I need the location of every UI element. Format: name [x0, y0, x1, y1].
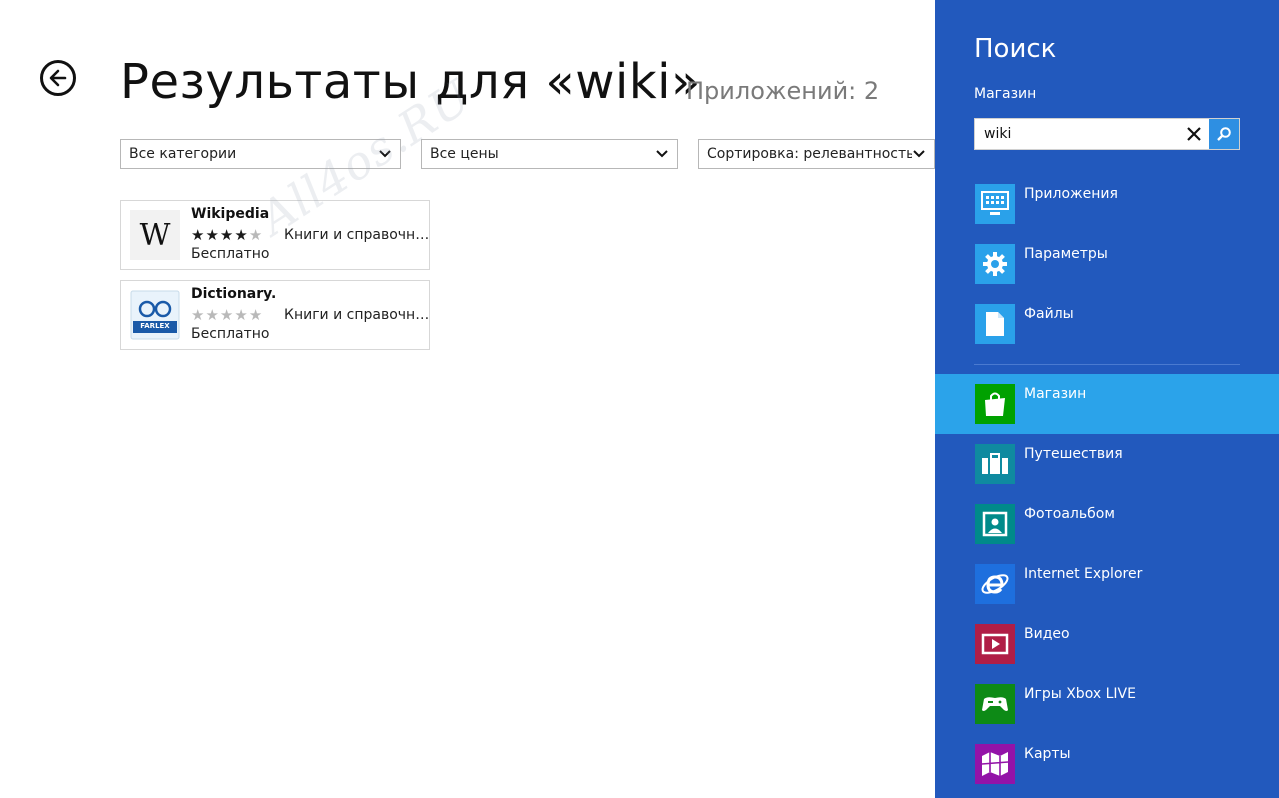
category-filter-label: Все категории: [129, 146, 237, 162]
store-bag-icon: [975, 384, 1015, 424]
search-app-maps[interactable]: Карты: [935, 734, 1279, 794]
search-target-label: Приложения: [1024, 186, 1118, 202]
chevron-down-icon: [913, 150, 925, 158]
back-button[interactable]: [40, 60, 76, 96]
charm-divider: [974, 364, 1240, 365]
search-app-internet-explorer[interactable]: Internet Explorer: [935, 554, 1279, 614]
search-app-label: Видео: [1024, 626, 1070, 642]
search-app-label: Игры Xbox LIVE: [1024, 686, 1136, 702]
category-filter-dropdown[interactable]: Все категории: [120, 139, 401, 169]
price-filter-label: Все цены: [430, 146, 499, 162]
search-charm-panel: Поиск Магазин Приложения Параметры: [935, 0, 1279, 798]
results-count: Приложений: 2: [686, 77, 880, 105]
star-empty-icon: ★: [219, 306, 235, 324]
search-app-travel[interactable]: Путешествия: [935, 434, 1279, 494]
search-app-label: Путешествия: [1024, 446, 1123, 462]
settings-gear-icon: [975, 244, 1015, 284]
star-filled-icon: ★: [219, 226, 235, 244]
clear-search-button[interactable]: [1179, 119, 1209, 149]
chevron-down-icon: [656, 150, 668, 158]
search-app-label: Internet Explorer: [1024, 566, 1143, 582]
star-filled-icon: ★: [205, 226, 220, 244]
farlex-dictionary-icon: FARLEX: [130, 290, 180, 340]
map-icon: [975, 744, 1015, 784]
star-empty-icon: ★: [191, 306, 206, 324]
app-name: Dictionary.: [191, 286, 277, 302]
star-empty-icon: ★: [234, 306, 249, 324]
search-app-xbox-games[interactable]: Игры Xbox LIVE: [935, 674, 1279, 734]
internet-explorer-icon: [975, 564, 1015, 604]
search-app-label: Карты: [1024, 746, 1071, 762]
search-app-video[interactable]: Видео: [935, 614, 1279, 674]
chevron-down-icon: [379, 150, 391, 158]
page-title: Результаты для «wiki»: [120, 54, 701, 110]
file-icon: [975, 304, 1015, 344]
star-filled-icon: ★: [234, 226, 249, 244]
star-filled-icon: ★: [191, 226, 206, 244]
rating-stars: ★★★★★: [191, 226, 263, 244]
app-result-dictionary[interactable]: FARLEX Dictionary. ★★★★★ Книги и справоч…: [120, 280, 430, 350]
app-price: Бесплатно: [191, 326, 270, 342]
glasses-icon: [130, 290, 180, 340]
star-empty-icon: ★: [248, 226, 264, 244]
search-target-apps[interactable]: Приложения: [935, 174, 1279, 234]
app-result-wikipedia[interactable]: W Wikipedia ★★★★★ Книги и справочн… Бесп…: [120, 200, 430, 270]
star-empty-icon: ★: [205, 306, 220, 324]
search-target-label: Файлы: [1024, 306, 1074, 322]
wikipedia-logo-icon: W: [130, 210, 180, 260]
xbox-controller-icon: [975, 684, 1015, 724]
store-results-page: Результаты для «wiki» Приложений: 2 Все …: [0, 0, 935, 798]
search-target-settings[interactable]: Параметры: [935, 234, 1279, 294]
rating-stars: ★★★★★: [191, 306, 263, 324]
suitcase-icon: [975, 444, 1015, 484]
close-icon: [1187, 127, 1201, 141]
search-input[interactable]: [975, 120, 1179, 148]
farlex-label: FARLEX: [140, 322, 170, 330]
sort-dropdown[interactable]: Сортировка: релевантность: [698, 139, 935, 169]
search-target-label: Параметры: [1024, 246, 1108, 262]
search-app-store[interactable]: Магазин: [935, 374, 1279, 434]
search-app-label: Фотоальбом: [1024, 506, 1115, 522]
search-box: [974, 118, 1240, 150]
sort-label: Сортировка: релевантность: [707, 146, 912, 162]
apps-icon: [975, 184, 1015, 224]
search-scope-label: Магазин: [974, 86, 1037, 102]
search-target-files[interactable]: Файлы: [935, 294, 1279, 354]
charm-title: Поиск: [974, 34, 1057, 64]
app-category: Книги и справочн…: [284, 227, 430, 243]
star-empty-icon: ★: [248, 306, 264, 324]
photo-icon: [975, 504, 1015, 544]
app-price: Бесплатно: [191, 246, 270, 262]
search-app-photos[interactable]: Фотоальбом: [935, 494, 1279, 554]
price-filter-dropdown[interactable]: Все цены: [421, 139, 678, 169]
wikipedia-logo-letter: W: [139, 217, 171, 253]
search-submit-button[interactable]: [1209, 119, 1239, 149]
search-icon: [1217, 127, 1231, 141]
search-app-label: Магазин: [1024, 386, 1087, 402]
video-icon: [975, 624, 1015, 664]
app-name: Wikipedia: [191, 206, 270, 222]
app-category: Книги и справочн…: [284, 307, 430, 323]
back-arrow-icon: [49, 69, 67, 87]
